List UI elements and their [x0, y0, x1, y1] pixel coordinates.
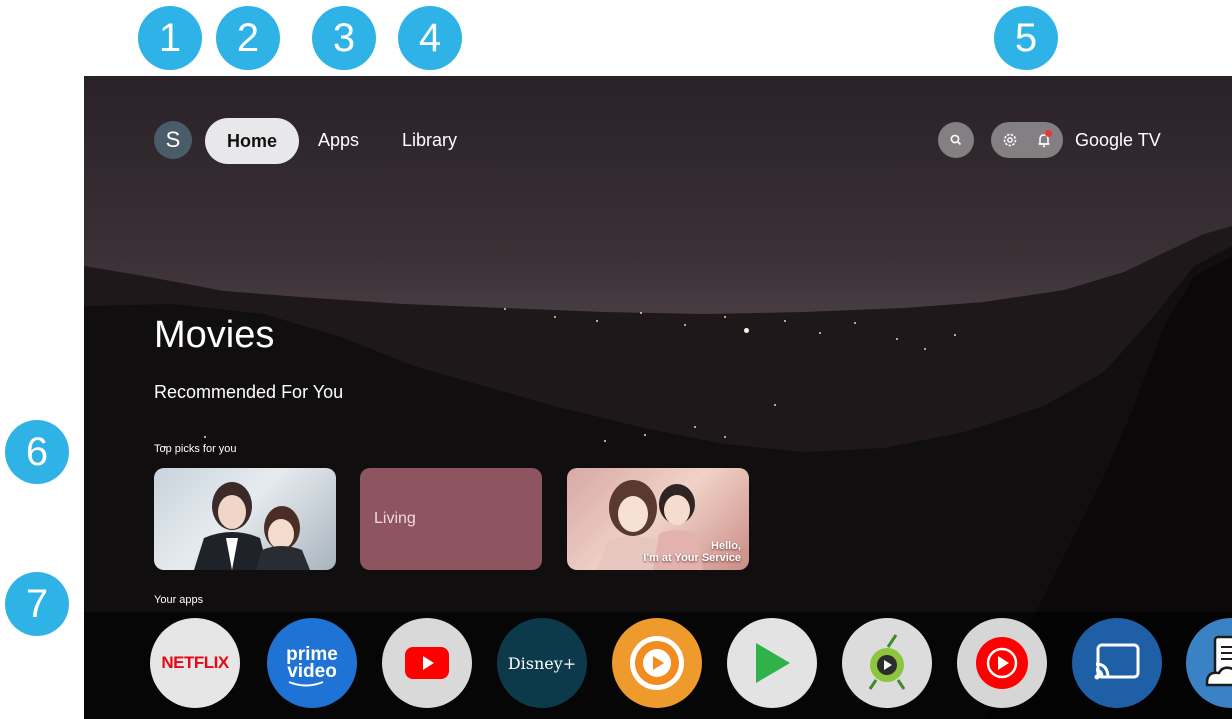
app-netflix[interactable]: NETFLIX: [150, 618, 240, 708]
media-player-icon: [868, 634, 906, 690]
youtube-icon: [405, 647, 449, 679]
card-2-title: Living: [374, 510, 416, 527]
app-play-store[interactable]: [727, 618, 817, 708]
app-youtube-music[interactable]: [957, 618, 1047, 708]
callout-badge-2: 2: [216, 6, 280, 70]
callout-badge-1: 1: [138, 6, 202, 70]
gear-icon[interactable]: [1001, 131, 1019, 149]
card-1-artwork: [194, 482, 310, 570]
player-icon: [630, 636, 684, 690]
prime-video-logo: prime video: [286, 645, 338, 687]
netflix-logo: NETFLIX: [161, 653, 229, 672]
callout-badge-4: 4: [398, 6, 462, 70]
app-player[interactable]: [612, 618, 702, 708]
tv-home-screen: S Home Apps Library Google TV Movies Rec…: [84, 76, 1232, 719]
content-card-3[interactable]: Hello, I'm at Your Service: [567, 468, 749, 570]
hero-title: Movies: [154, 314, 275, 356]
app-prime-video[interactable]: prime video: [267, 618, 357, 708]
hero-subtitle: Recommended For You: [154, 382, 344, 402]
callout-badge-7: 7: [5, 572, 69, 636]
profile-avatar[interactable]: S: [154, 121, 192, 159]
cast-icon: [1094, 643, 1140, 680]
row-label-top-picks: Top picks for you: [154, 443, 237, 455]
play-store-icon: [756, 643, 790, 683]
notification-dot: [1045, 130, 1052, 137]
callout-badge-6: 6: [5, 420, 69, 484]
search-button[interactable]: [938, 122, 974, 158]
app-disney-plus[interactable]: Disney+: [497, 618, 587, 708]
tab-home[interactable]: Home: [205, 118, 299, 164]
search-icon: [950, 134, 962, 146]
content-card-1[interactable]: [154, 468, 336, 570]
google-tv-logo: Google TV: [1075, 130, 1161, 150]
file-cloud-icon: [1205, 635, 1232, 687]
app-cast[interactable]: [1072, 618, 1162, 708]
callout-badge-5: 5: [994, 6, 1058, 70]
app-media-player[interactable]: [842, 618, 932, 708]
youtube-music-icon: [976, 637, 1028, 689]
callout-badge-3: 3: [312, 6, 376, 70]
disney-plus-logo: Disney+: [507, 653, 577, 673]
row-label-your-apps: Your apps: [154, 594, 204, 606]
settings-notifications-pill: [991, 122, 1063, 158]
tab-apps[interactable]: Apps: [318, 130, 359, 151]
content-card-2[interactable]: Living: [360, 468, 542, 570]
card-3-title: Hello, I'm at Your Service: [643, 540, 741, 564]
tab-library[interactable]: Library: [402, 130, 457, 151]
app-youtube[interactable]: [382, 618, 472, 708]
